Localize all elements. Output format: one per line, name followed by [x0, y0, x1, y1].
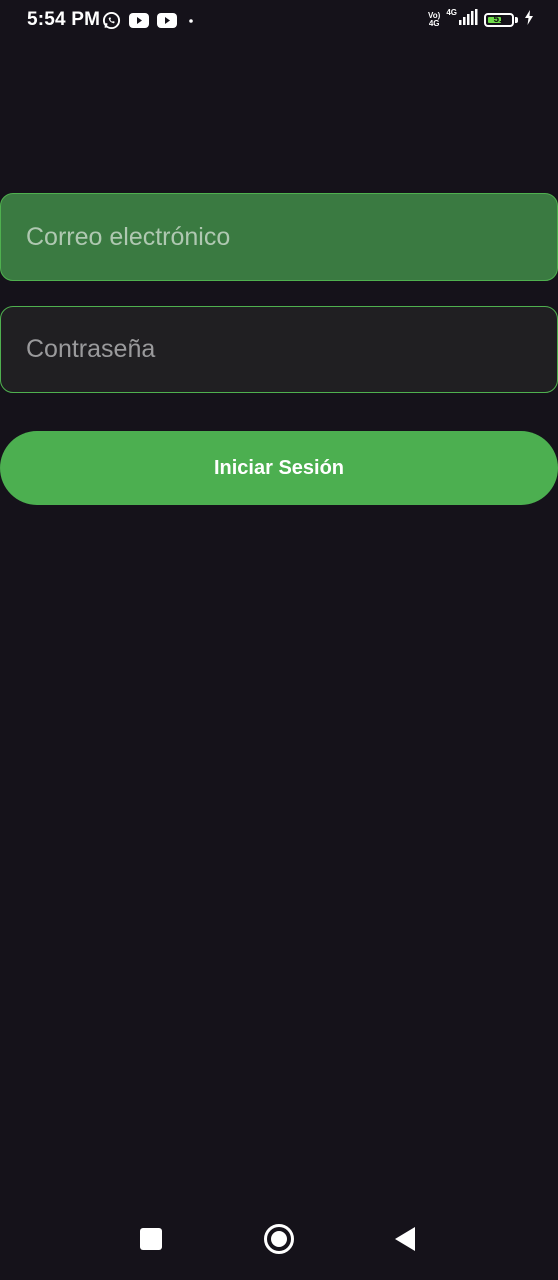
youtube-icon [129, 13, 149, 28]
email-input[interactable] [26, 194, 557, 280]
volte-label: Vo) 4G [428, 11, 440, 28]
whatsapp-icon [102, 11, 121, 30]
status-time: 5:54 PM [27, 9, 101, 30]
status-bar: 5:54 PM Vo) 4G 4G 51 [0, 0, 558, 42]
network-type-label: 4G [446, 8, 457, 17]
youtube-icon [157, 13, 177, 28]
signal-group: 4G [446, 9, 478, 30]
signal-strength-icon [458, 9, 478, 30]
recents-button[interactable] [129, 1219, 173, 1263]
battery-icon: 51 [484, 12, 514, 27]
home-button[interactable] [257, 1219, 301, 1263]
navigation-bar [0, 1200, 558, 1280]
battery-level: 51 [493, 14, 505, 25]
back-button[interactable] [383, 1219, 427, 1263]
password-field-container [0, 306, 558, 393]
volte-4g-text: 4G [428, 18, 440, 28]
dot-icon [185, 13, 197, 28]
email-field-container [0, 193, 558, 281]
circle-icon [263, 1223, 295, 1260]
triangle-back-icon [393, 1226, 417, 1257]
notification-icons [102, 11, 197, 30]
bolt-icon [524, 9, 534, 30]
system-status-icons: Vo) 4G 4G 51 [428, 9, 534, 30]
battery-cap [515, 16, 518, 23]
battery-group: 51 [484, 12, 518, 27]
login-button[interactable]: Iniciar Sesión [0, 431, 558, 505]
square-icon [139, 1227, 163, 1256]
password-input[interactable] [26, 307, 557, 392]
